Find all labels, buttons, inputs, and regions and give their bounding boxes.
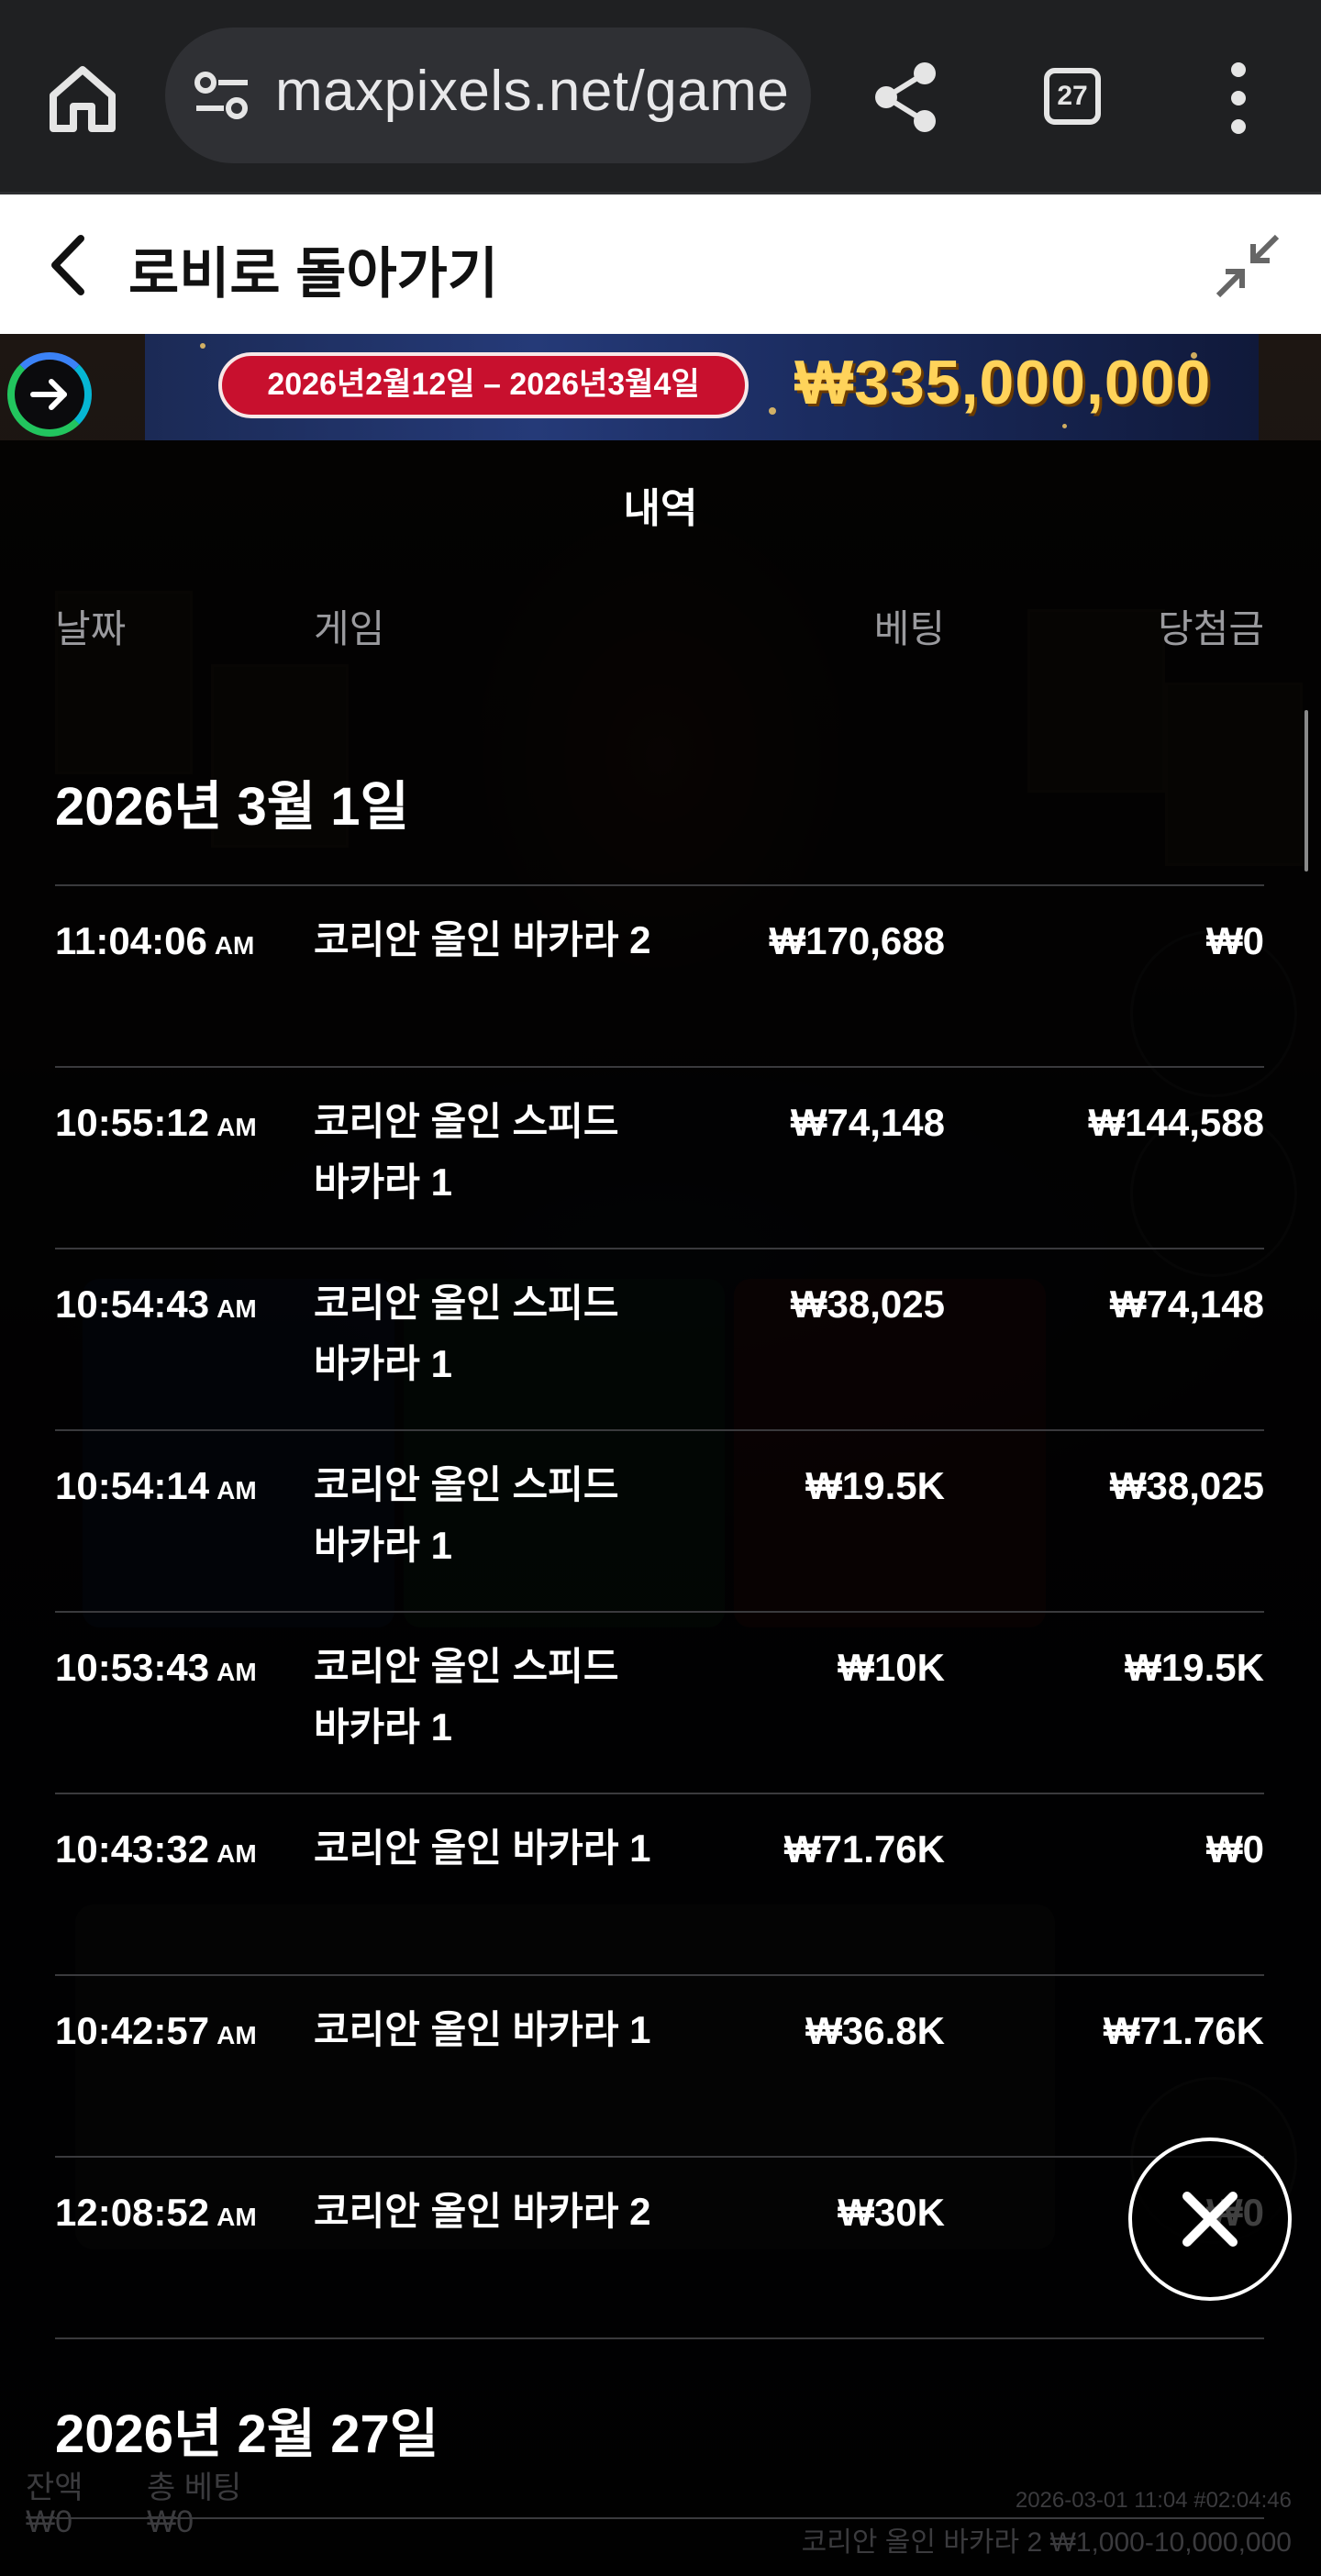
row-bet: ₩19.5K [805,1464,945,1507]
promo-prize-amount: ₩335,000,000 [794,348,1212,417]
row-time: 10:43:32 AM [55,1827,257,1871]
row-bet: ₩38,025 [790,1282,945,1326]
column-header-date: 날짜 [55,607,127,650]
row-bet: ₩10K [838,1646,945,1689]
balance-value: ₩0 [26,2504,72,2539]
lobby-header: 로비로 돌아가기 [0,194,1321,334]
row-win: ₩74,148 [1109,1282,1264,1326]
table-info: 코리안 올인 바카라 2 ₩1,000-10,000,000 [801,2527,1292,2558]
column-header-game: 게임 [314,607,385,650]
row-game: 코리안 올인 바카라 2 [314,2190,651,2233]
row-win: ₩0 [1206,1827,1264,1871]
column-header-win: 당첨금 [1158,607,1264,650]
row-divider [55,1248,1264,1249]
arrow-right-icon[interactable] [7,352,92,437]
history-scrollbar[interactable] [1304,710,1308,872]
row-bet: ₩170,688 [769,919,945,962]
close-history-button[interactable] [1128,2137,1292,2301]
row-divider [55,1066,1264,1068]
row-divider [55,2156,1264,2158]
close-icon [1182,2192,1238,2247]
row-time: 12:08:52 AM [55,2191,257,2234]
share-icon[interactable] [866,57,947,138]
date-group-header: 2026년 3월 1일 [55,777,409,837]
row-game: 코리안 올인 바카라 1 [314,1827,651,1870]
row-game: 코리안 올인 스피드 바카라 1 [314,1463,619,1567]
row-divider [55,1793,1264,1794]
promo-banner[interactable]: 2026년2월12일 – 2026년3월4일 ₩335,000,000 [145,334,1259,440]
row-time: 10:55:12 AM [55,1101,257,1144]
url-text[interactable]: maxpixels.net/game [275,59,789,124]
browser-toolbar: maxpixels.net/game 27 [0,0,1321,194]
chevron-left-icon[interactable] [48,233,88,297]
back-to-lobby-link[interactable]: 로비로 돌아가기 [128,229,498,309]
row-time: 10:54:14 AM [55,1464,257,1507]
site-settings-icon[interactable] [193,68,251,123]
round-info: 2026-03-01 11:04 #02:04:46 [1015,2488,1292,2513]
row-bet: ₩36.8K [805,2009,945,2052]
row-game: 코리안 올인 바카라 1 [314,2008,651,2051]
row-divider [55,1429,1264,1431]
tabs-icon[interactable]: 27 [1044,68,1101,125]
row-time: 10:53:43 AM [55,1646,257,1689]
row-divider [55,2337,1264,2339]
history-title: 내역 [623,486,698,531]
total-bet-value: ₩0 [147,2504,194,2539]
row-win: ₩19.5K [1125,1646,1264,1689]
row-time: 10:54:43 AM [55,1282,257,1326]
date-group-header: 2026년 2월 27일 [55,2404,439,2464]
row-bet: ₩30K [838,2191,945,2234]
more-vert-icon[interactable] [1211,57,1266,139]
row-win: ₩38,025 [1109,1464,1264,1507]
row-divider [55,1611,1264,1613]
row-win: ₩144,588 [1088,1101,1264,1144]
history-panel: 내역 날짜 게임 베팅 당첨금 2026년 3월 1일 11:04:06 AM 코… [0,440,1321,2576]
balance-label: 잔액 [26,2471,83,2505]
row-bet: ₩74,148 [790,1101,945,1144]
row-win: ₩0 [1206,919,1264,962]
row-divider [55,884,1264,886]
promo-date-range: 2026년2월12일 – 2026년3월4일 [218,352,749,418]
row-game: 코리안 올인 바카라 2 [314,918,651,961]
row-game: 코리안 올인 스피드 바카라 1 [314,1645,619,1749]
row-bet: ₩71.76K [783,1827,945,1871]
home-icon[interactable] [42,57,123,138]
row-win: ₩71.76K [1103,2009,1264,2052]
row-divider [55,1974,1264,1976]
row-game: 코리안 올인 스피드 바카라 1 [314,1282,619,1385]
row-time: 10:42:57 AM [55,2009,257,2052]
column-header-bet: 베팅 [873,607,945,650]
minimize-icon[interactable] [1211,229,1284,303]
total-bet-label: 총 베팅 [147,2471,242,2505]
row-game: 코리안 올인 스피드 바카라 1 [314,1100,619,1204]
row-time: 11:04:06 AM [55,919,255,962]
address-bar[interactable]: maxpixels.net/game [165,28,811,163]
